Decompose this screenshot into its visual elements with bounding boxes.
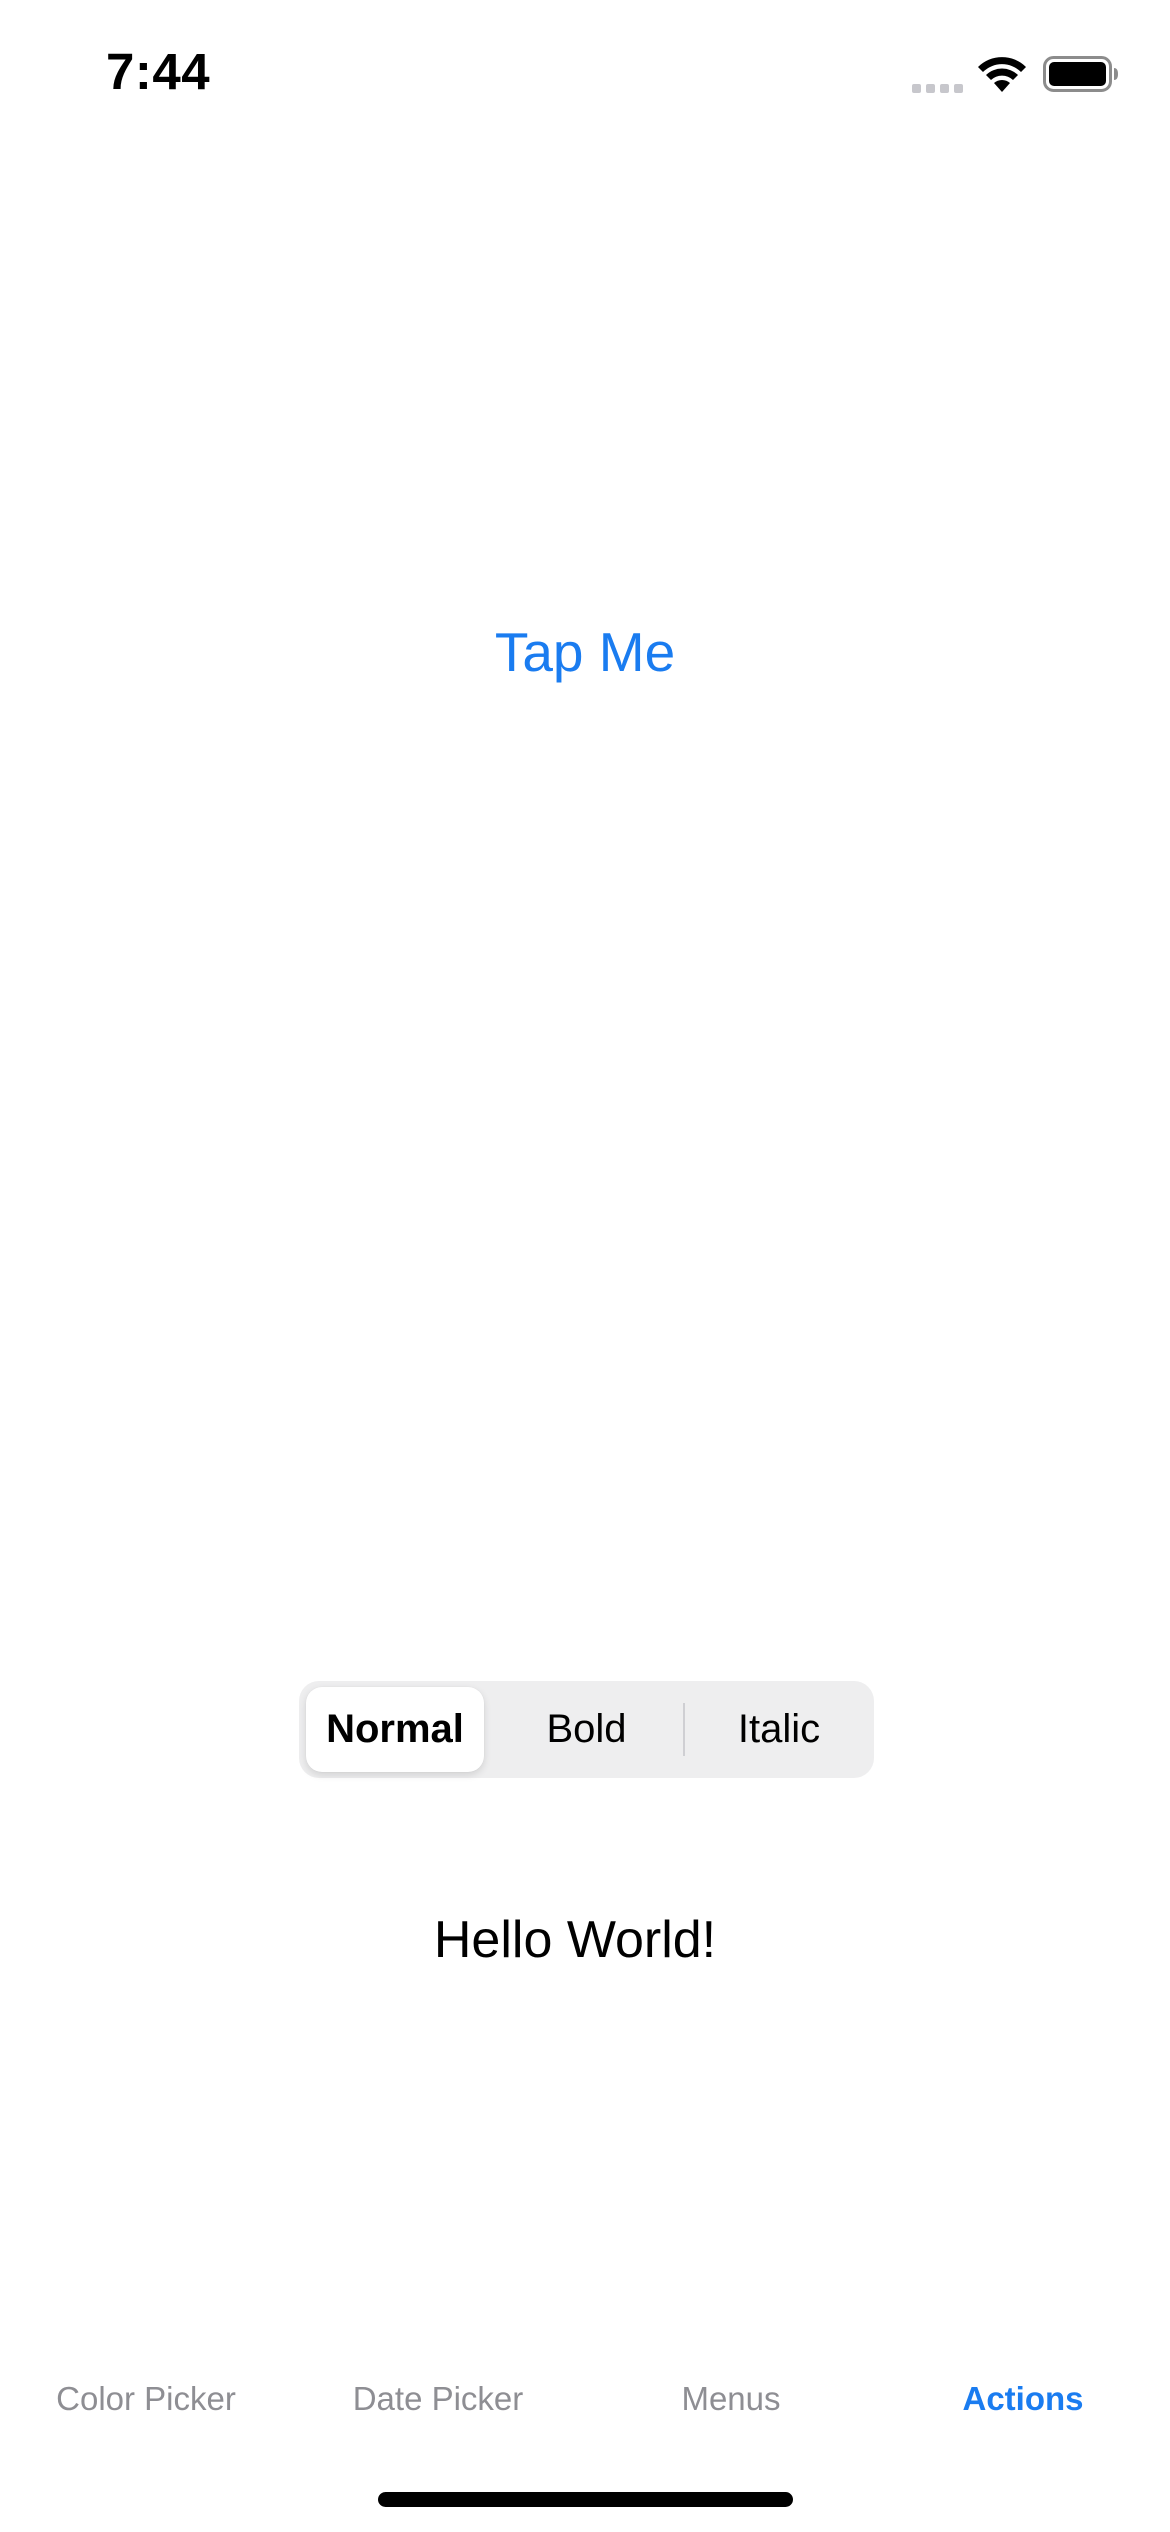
tab-color-picker[interactable]: Color Picker	[0, 2380, 292, 2418]
tab-menus[interactable]: Menus	[585, 2380, 877, 2418]
cellular-signal-icon	[912, 84, 963, 93]
tab-bar: Color Picker Date Picker Menus Actions	[0, 2380, 1170, 2440]
status-time: 7:44	[106, 43, 211, 100]
preview-text: Hello World!	[433, 1911, 717, 1969]
home-indicator[interactable]	[378, 2492, 793, 2507]
tab-actions[interactable]: Actions	[877, 2380, 1169, 2418]
battery-icon	[1043, 56, 1118, 92]
segment-italic[interactable]: Italic	[689, 1687, 869, 1772]
tab-date-picker[interactable]: Date Picker	[292, 2380, 584, 2418]
wifi-icon	[978, 57, 1026, 92]
segment-bold[interactable]: Bold	[494, 1687, 679, 1772]
text-style-segmented-control: Normal Bold Italic	[299, 1681, 874, 1778]
tap-me-button[interactable]: Tap Me	[0, 620, 1170, 684]
segment-divider	[683, 1703, 685, 1756]
segment-normal[interactable]: Normal	[306, 1687, 484, 1772]
screen: 7:44 Tap Me Normal Bold Italic Hello Wor…	[0, 0, 1170, 2532]
